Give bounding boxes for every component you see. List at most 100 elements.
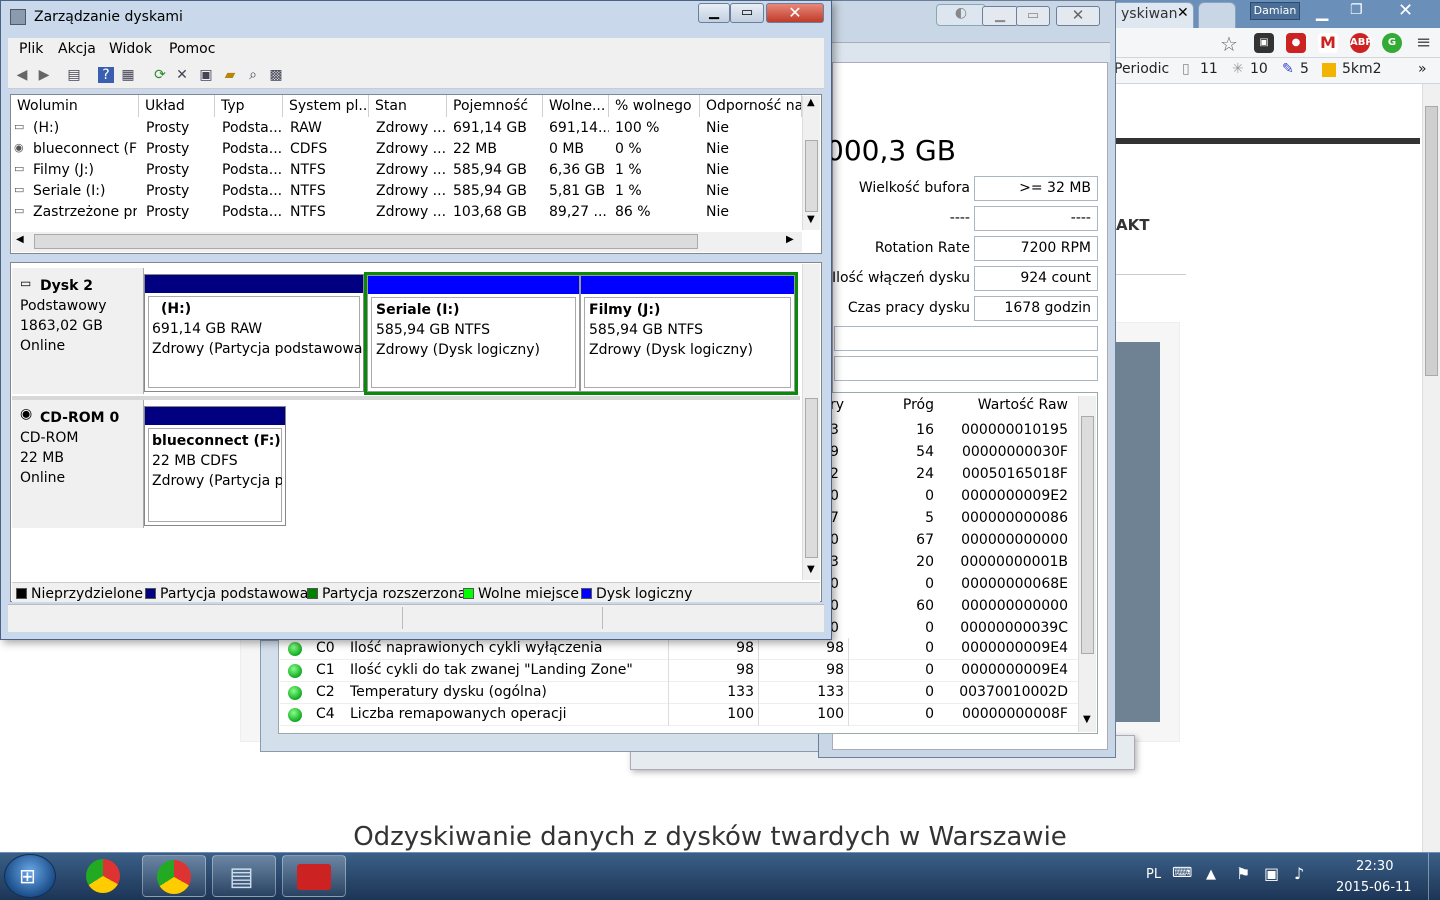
column-header-free[interactable]: Wolne... — [543, 95, 609, 117]
smart-row[interactable]: C0 Ilość naprawionych cykli wyłączenia 98 9… — [280, 638, 1078, 660]
language-indicator[interactable]: PL — [1146, 867, 1161, 882]
smart-row[interactable]: 3 16 000000010195 — [830, 420, 1070, 442]
find-icon[interactable]: ⌕ — [245, 67, 261, 83]
page-scrollbar[interactable] — [1422, 84, 1440, 852]
bookmark-item[interactable]: 11 — [1200, 61, 1218, 77]
menu-widok[interactable]: Widok — [109, 41, 152, 57]
volume-icon[interactable]: ♪ — [1294, 864, 1304, 883]
scroll-right-icon[interactable]: ▶ — [786, 234, 794, 245]
refresh-icon[interactable]: ⟳ — [152, 67, 168, 83]
smart-row[interactable]: 0 0 00000000068E — [830, 574, 1070, 596]
network-icon[interactable]: ▣ — [1264, 864, 1279, 883]
settings-icon[interactable]: ▩ — [268, 67, 284, 83]
extension-icon[interactable]: ● — [1286, 33, 1306, 53]
column-header-type[interactable]: Typ — [215, 95, 283, 117]
close-tab-icon[interactable]: ✕ — [1177, 5, 1189, 21]
back-arrow-icon[interactable]: ◀ — [14, 67, 30, 83]
scroll-thumb[interactable] — [805, 398, 818, 558]
show-hidden-icons[interactable]: ▲ — [1206, 867, 1216, 882]
keyboard-icon[interactable]: ⌨ — [1172, 865, 1192, 881]
star-icon[interactable]: ☆ — [1220, 32, 1238, 56]
partition-h[interactable]: (H:) 691,14 GB RAW Zdrowy (Partycja pods… — [144, 274, 364, 392]
bookmarks-overflow[interactable]: » — [1418, 61, 1427, 77]
menu-pomoc[interactable]: Pomoc — [169, 41, 215, 57]
bookmark-item[interactable]: 5km2 — [1342, 61, 1382, 77]
minimize-button[interactable]: ▁ — [698, 3, 730, 23]
partition-blueconnect[interactable]: blueconnect (F:) 22 MB CDFS Zdrowy (Part… — [144, 406, 286, 526]
scroll-thumb[interactable] — [1425, 106, 1438, 376]
show-desktop-button[interactable] — [1428, 853, 1440, 900]
partition-seriale[interactable]: Seriale (I:) 585,94 GB NTFS Zdrowy (Dysk… — [367, 275, 580, 392]
list-view-icon[interactable]: ▦ — [120, 67, 136, 83]
new-tab-button[interactable] — [1198, 2, 1236, 28]
smart-row[interactable]: 0 67 000000000000 — [830, 530, 1070, 552]
partition-filmy[interactable]: Filmy (J:) 585,94 GB NTFS Zdrowy (Dysk l… — [580, 275, 795, 392]
taskbar-computer-management[interactable]: ▤ — [212, 855, 276, 897]
scroll-thumb[interactable] — [34, 234, 698, 249]
disk-label-panel[interactable]: ◉ CD-ROM 0 CD-ROM 22 MB Online — [12, 400, 144, 528]
properties-icon[interactable]: ▣ — [198, 67, 214, 83]
column-header-filesystem[interactable]: System pl... — [283, 95, 369, 117]
smart-row[interactable]: 2 24 00050165018F — [830, 464, 1070, 486]
bookmark-item[interactable]: 5 — [1300, 61, 1309, 77]
column-header-layout[interactable]: Układ — [139, 95, 215, 117]
clock-time[interactable]: 22:30 — [1356, 859, 1393, 874]
extension-icon[interactable]: G — [1382, 33, 1402, 53]
tool-minimize-button[interactable]: ▁ — [982, 6, 1018, 26]
minimize-icon[interactable]: ▁ — [1316, 2, 1328, 21]
profile-badge[interactable]: Damian — [1250, 2, 1300, 20]
tool-maximize-button[interactable]: ▭ — [1016, 6, 1050, 26]
taskbar-chrome-active[interactable] — [142, 855, 206, 897]
scroll-left-icon[interactable]: ◀ — [16, 234, 24, 245]
delete-icon[interactable]: ✕ — [174, 67, 190, 83]
smart-row[interactable]: 7 5 000000000086 — [830, 508, 1070, 530]
adblock-icon[interactable]: ABP — [1350, 33, 1373, 53]
disk-label-panel[interactable]: ▭ Dysk 2 Podstawowy 1863,02 GB Online — [12, 268, 144, 394]
clock-date[interactable]: 2015-06-11 — [1336, 880, 1412, 895]
graph-scrollbar[interactable]: ▼ — [802, 264, 820, 580]
tool-close-button[interactable]: ✕ — [1056, 6, 1100, 26]
scroll-down-icon[interactable]: ▼ — [807, 214, 815, 225]
smart-row[interactable]: 0 0 0000000009E2 — [830, 486, 1070, 508]
inactive-tab[interactable]: ◐ — [936, 4, 986, 26]
close-icon[interactable]: ✕ — [1398, 0, 1413, 21]
column-header-capacity[interactable]: Pojemność — [447, 95, 543, 117]
help-icon[interactable]: ? — [98, 67, 114, 83]
smart-row[interactable]: 0 0 00000000039C — [830, 618, 1070, 640]
menu-plik[interactable]: Plik — [19, 41, 43, 57]
scroll-thumb[interactable] — [1081, 416, 1094, 654]
browser-tab[interactable]: yskiwan ✕ — [1112, 2, 1194, 28]
scroll-up-icon[interactable]: ▲ — [807, 97, 815, 108]
properties-pane-icon[interactable]: ▤ — [66, 67, 82, 83]
taskbar-chrome[interactable] — [72, 855, 136, 897]
volume-list-scrollbar[interactable]: ▲ ▼ — [802, 96, 820, 230]
smart-row[interactable]: C4 Liczba remapowanych operacji 100 100 0 000… — [280, 704, 1078, 726]
smart-scrollbar[interactable]: ▼ — [1078, 396, 1096, 732]
smart-row[interactable]: 3 20 00000000001B — [830, 552, 1070, 574]
start-button[interactable]: ⊞ — [4, 854, 56, 898]
volume-list-hscrollbar[interactable]: ◀ ▶ — [12, 232, 802, 252]
scroll-thumb[interactable] — [805, 140, 818, 212]
maximize-button[interactable]: ▭ — [730, 3, 764, 23]
smart-row[interactable]: 0 60 000000000000 — [830, 596, 1070, 618]
smart-row[interactable]: C1 Ilość cykli do tak zwanej "Landing Zon… — [280, 660, 1078, 682]
forward-arrow-icon[interactable]: ▶ — [36, 67, 52, 83]
menu-akcja[interactable]: Akcja — [58, 41, 96, 57]
bookmark-item[interactable]: Periodic — [1114, 61, 1169, 77]
scroll-down-icon[interactable]: ▼ — [807, 564, 815, 575]
close-button[interactable]: ✕ — [766, 3, 824, 23]
smart-row[interactable]: C2 Temperatury dysku (ogólna) 133 133 0 00370… — [280, 682, 1078, 704]
menu-icon[interactable]: ≡ — [1416, 32, 1431, 53]
scroll-down-icon[interactable]: ▼ — [1083, 714, 1091, 725]
gmail-icon[interactable]: M — [1318, 33, 1338, 53]
smart-row[interactable]: 9 54 00000000030F — [830, 442, 1070, 464]
taskbar-toolbox[interactable] — [282, 855, 346, 897]
restore-icon[interactable]: ❐ — [1350, 2, 1363, 18]
bookmark-item[interactable]: 10 — [1250, 61, 1268, 77]
action-center-icon[interactable]: ⚑ — [1236, 864, 1250, 883]
column-header-fault-tolerance[interactable]: Odporność na — [700, 95, 802, 117]
column-header-volume[interactable]: Wolumin — [11, 95, 139, 117]
open-folder-icon[interactable]: ▰ — [222, 67, 238, 83]
column-header-status[interactable]: Stan — [369, 95, 447, 117]
extension-icon[interactable]: ▣ — [1254, 33, 1274, 53]
